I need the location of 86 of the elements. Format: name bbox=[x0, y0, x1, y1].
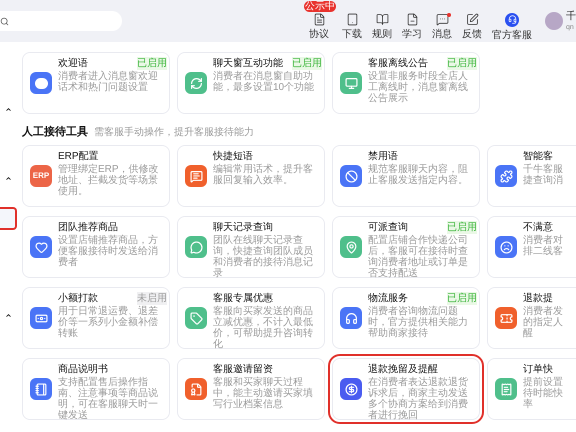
nav-item[interactable]: 规则 bbox=[367, 1, 397, 41]
card-description: 在消费者表达退款退货诉求后，商家主动发送多个协商方案给到消费者进行挽回 bbox=[368, 377, 469, 421]
collapse-caret-icon[interactable] bbox=[5, 312, 12, 319]
card-title: 商品说明书 bbox=[58, 363, 108, 376]
card-title: 团队推荐商品 bbox=[58, 221, 118, 234]
nav-item[interactable]: 反馈 bbox=[457, 1, 487, 41]
nav-item[interactable]: 官方客服 bbox=[487, 0, 537, 42]
nav-item[interactable]: 下载 bbox=[337, 1, 367, 41]
card-title: 智能客 bbox=[523, 150, 553, 164]
feature-card[interactable]: 聊天窗互动功能 已启用 消费者在消息窗自助功能，最多设置10个功能 bbox=[177, 52, 325, 114]
feature-card[interactable]: 小额打款 未启用 用于日常退运费、退差价等一系列小金额补偿转账 bbox=[22, 287, 170, 349]
card-title: 物流服务 bbox=[368, 292, 408, 306]
feature-card[interactable]: 快捷短语 编辑常用话术，提升客服回复输入效率。 bbox=[177, 145, 325, 207]
card-description: 设置非服务时段全店人工离线时，消息窗离线公告展示 bbox=[368, 71, 469, 104]
card-title: 聊天记录查询 bbox=[213, 221, 273, 234]
card-description: 团队在线聊天记录查询，快捷查询团队成员和消费者的接待消息记录 bbox=[213, 235, 314, 279]
feature-card[interactable]: 订单快 提前设置待时能快率 bbox=[487, 358, 576, 420]
card-description: 消费者发的指定人醒 bbox=[523, 306, 564, 339]
card-description: 编辑常用话术，提升客服回复输入效率。 bbox=[213, 164, 314, 186]
nav-item[interactable]: 公示中 协议 bbox=[304, 1, 334, 41]
card-title: 退款提 bbox=[523, 292, 553, 306]
feature-card[interactable]: 欢迎语 已启用 消费者进入消息窗欢迎话术和热门问题设置 bbox=[22, 52, 170, 114]
card-title: 客服离线公告 bbox=[368, 57, 428, 70]
card-title: 小额打款 bbox=[58, 292, 98, 306]
card-description: 提前设置待时能快率 bbox=[523, 377, 564, 410]
feature-card[interactable]: 商品说明书 支持配置售后操作指南、注意事项等商品说明，可在客服聊天时一键发送 bbox=[22, 358, 170, 420]
collapse-caret-icon[interactable] bbox=[5, 106, 12, 113]
card-title: 可派查询 bbox=[368, 221, 408, 234]
card-description: 规范客服聊天内容，阻止客服发送指定内容。 bbox=[368, 164, 469, 186]
feature-card[interactable]: 不满意 消费者对排二线客 bbox=[487, 216, 576, 278]
card-title: 客服专属优惠 bbox=[213, 292, 273, 306]
status-badge: 已启用 bbox=[292, 57, 322, 70]
feature-card[interactable]: 智能客 千牛客服捷查询消 bbox=[487, 145, 576, 207]
card-title: 订单快 bbox=[523, 363, 553, 377]
chat-icon bbox=[436, 13, 448, 26]
nav-item[interactable]: 消息 bbox=[427, 1, 457, 41]
card-description: 千牛客服捷查询消 bbox=[523, 164, 564, 186]
feature-card[interactable]: 可派查询 已启用 配置店铺合作快递公司后，客服可在接待时查询消费者地址或订单是否支持配送 bbox=[332, 216, 480, 278]
card-title: 退款挽留及提醒 bbox=[368, 363, 438, 376]
tablet-icon bbox=[346, 13, 358, 26]
status-badge: 未启用 bbox=[137, 292, 167, 305]
card-title: ERP配置 bbox=[58, 150, 99, 164]
headset-icon bbox=[505, 12, 519, 26]
feature-card[interactable]: 客服邀请留资 客服和买家聊天过程中，能主动邀请买家填写行业档案信息 bbox=[177, 358, 325, 420]
card-title: 快捷短语 bbox=[213, 150, 253, 164]
status-badge: 已启用 bbox=[137, 57, 167, 70]
status-badge: 已启用 bbox=[447, 292, 477, 305]
card-title: 欢迎语 bbox=[58, 57, 88, 70]
section-title: 人工接待工具 bbox=[22, 124, 88, 140]
sidebar-item[interactable] bbox=[0, 207, 17, 230]
feature-card[interactable]: 聊天记录查询 团队在线聊天记录查询，快捷查询团队成员和消费者的接待消息记录 bbox=[177, 216, 325, 278]
feature-card[interactable]: 禁用语 规范客服聊天内容，阻止客服发送指定内容。 bbox=[332, 145, 480, 207]
card-title: 聊天窗互动功能 bbox=[213, 57, 283, 70]
card-description: 支持配置售后操作指南、注意事项等商品说明，可在客服聊天时一键发送 bbox=[58, 377, 159, 421]
document-icon bbox=[312, 13, 326, 26]
card-description: 客服向买家发送的商品立减优惠，不计入最低价，可帮助提升咨询转化 bbox=[213, 306, 314, 350]
edit-icon bbox=[466, 13, 478, 26]
card-description: 用于日常退运费、退差价等一系列小金额补偿转账 bbox=[58, 306, 159, 339]
section-subtitle: 需客服手动操作，提升客服接待能力 bbox=[94, 126, 254, 140]
feature-card[interactable]: 物流服务 已启用 消费者咨询物流问题时，官方提供相关能力帮助商家接待 bbox=[332, 287, 480, 349]
search-field[interactable] bbox=[0, 11, 122, 31]
card-description: 消费者咨询物流问题时，官方提供相关能力帮助商家接待 bbox=[368, 306, 469, 339]
status-badge: 已启用 bbox=[447, 57, 477, 70]
card-description: 消费者进入消息窗欢迎话术和热门问题设置 bbox=[58, 71, 159, 93]
nav-item[interactable]: 学习 bbox=[397, 1, 427, 41]
search-icon bbox=[0, 16, 9, 26]
document-icon bbox=[406, 13, 418, 26]
card-description: 消费者在消息窗自助功能，最多设置10个功能 bbox=[213, 71, 316, 93]
status-badge: 已启用 bbox=[447, 221, 477, 234]
card-title: 禁用语 bbox=[368, 150, 398, 164]
card-description: 设置店铺推荐商品，方便客服接待时发送给消费者 bbox=[58, 235, 159, 268]
book-icon bbox=[376, 13, 388, 26]
erp-icon: ERP bbox=[30, 165, 52, 187]
feature-card[interactable]: 团队推荐商品 设置店铺推荐商品，方便客服接待时发送给消费者 bbox=[22, 216, 170, 278]
user-name: 千 bbox=[566, 10, 576, 22]
collapse-caret-icon[interactable] bbox=[5, 175, 12, 182]
feature-card[interactable]: 客服专属优惠 客服向买家发送的商品立减优惠，不计入最低价，可帮助提升咨询转化 bbox=[177, 287, 325, 349]
notice-badge: 公示中 bbox=[304, 1, 336, 12]
card-title: 客服邀请留资 bbox=[213, 363, 273, 376]
feature-card[interactable]: 客服离线公告 已启用 设置非服务时段全店人工离线时，消息窗离线公告展示 bbox=[332, 52, 480, 114]
card-description: 管理绑定ERP，供修改地址、拦截发货等场景使用。 bbox=[58, 164, 160, 197]
card-description: 客服和买家聊天过程中，能主动邀请买家填写行业档案信息 bbox=[213, 377, 314, 410]
card-title: 不满意 bbox=[523, 221, 553, 234]
card-description: 消费者对排二线客 bbox=[523, 235, 564, 257]
card-description: 配置店铺合作快递公司后，客服可在接待时查询消费者地址或订单是否支持配送 bbox=[368, 235, 469, 279]
feature-card[interactable]: 退款提 消费者发的指定人醒 bbox=[487, 287, 576, 349]
